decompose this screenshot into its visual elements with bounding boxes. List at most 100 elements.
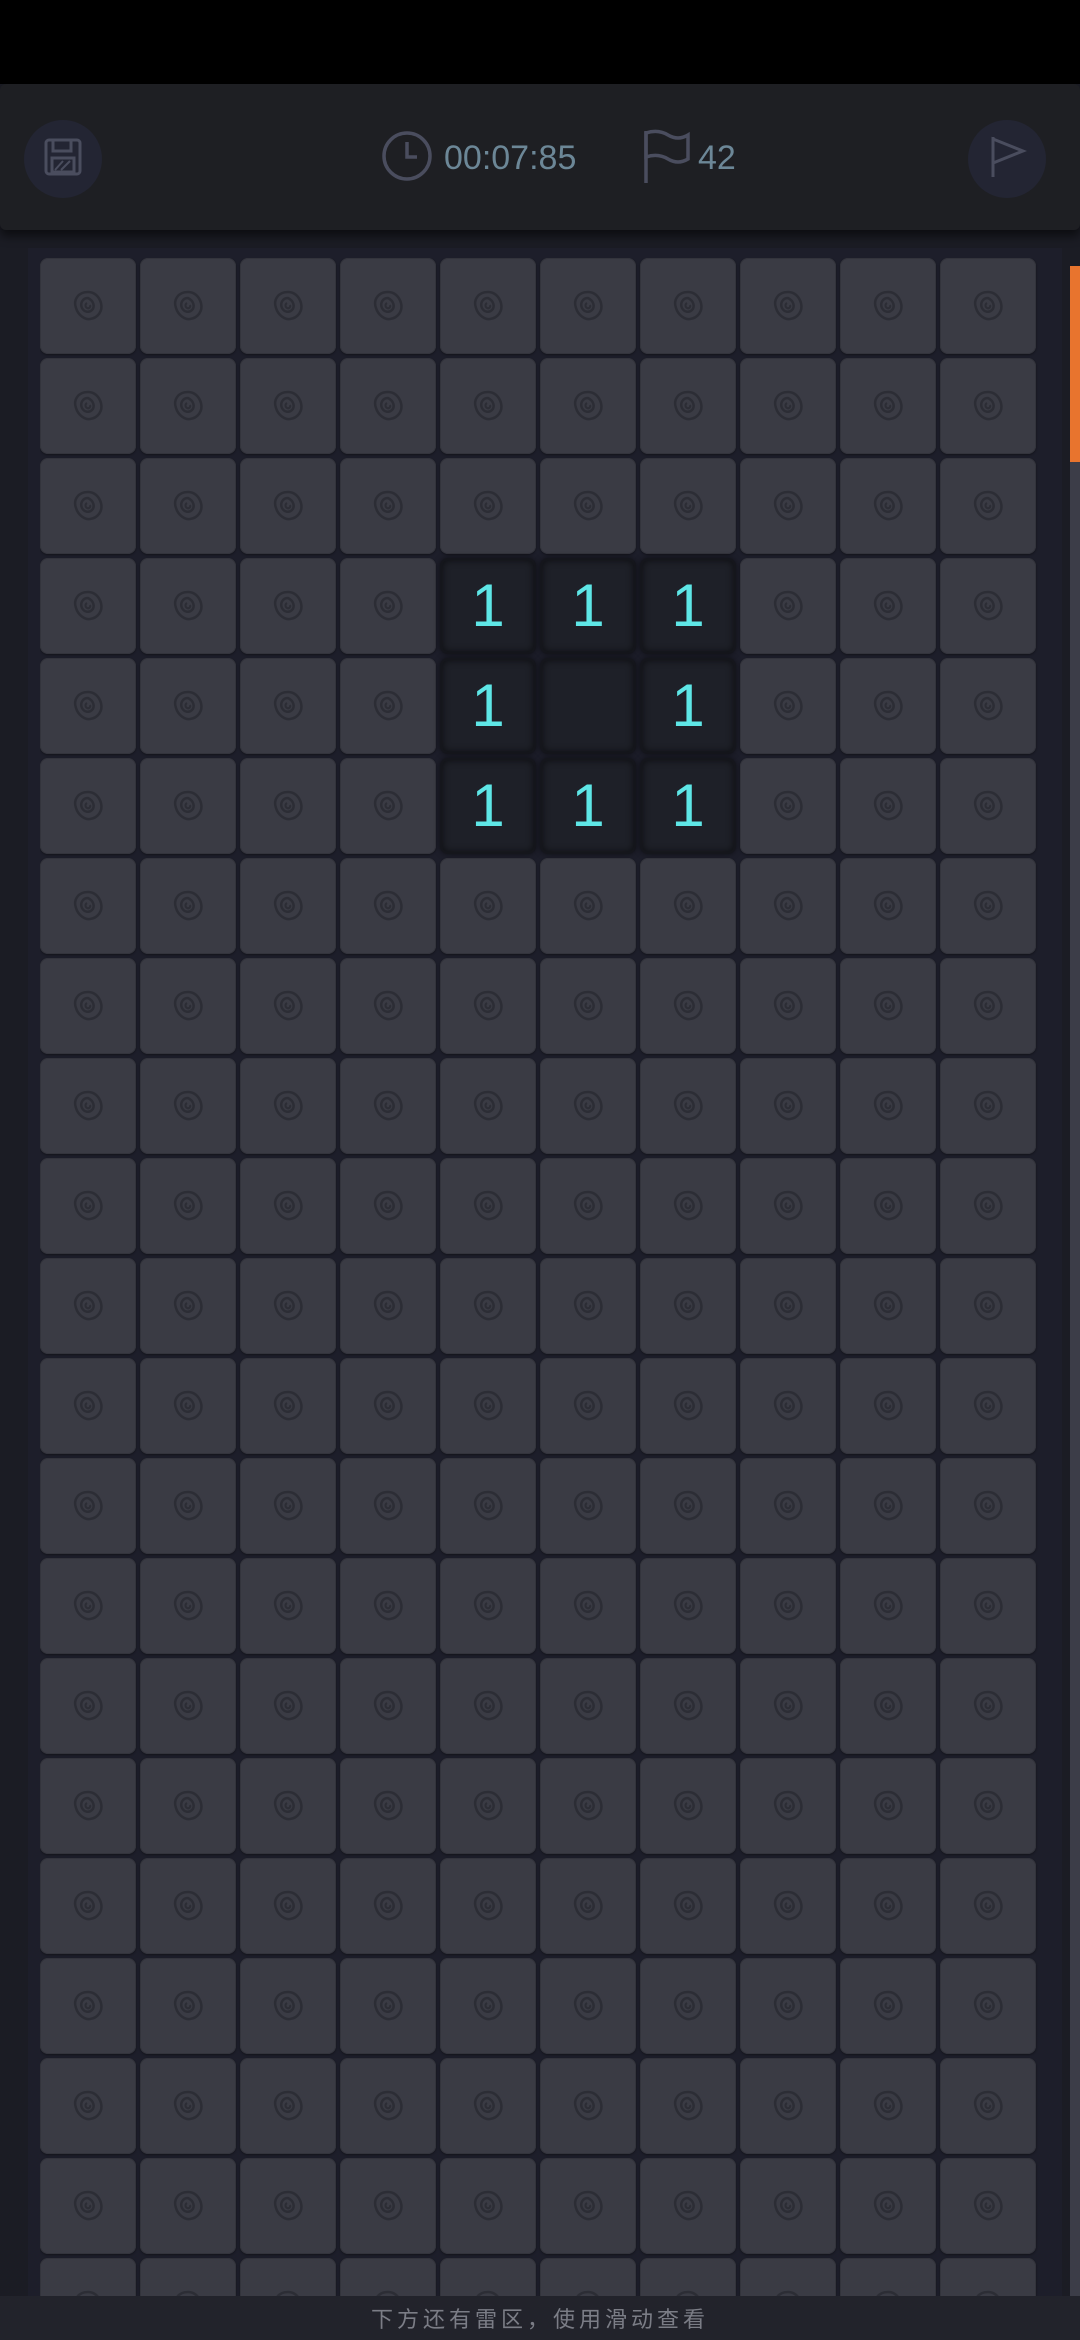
hidden-cell[interactable] bbox=[140, 1958, 236, 2054]
hidden-cell[interactable] bbox=[640, 1858, 736, 1954]
hidden-cell[interactable] bbox=[440, 1658, 536, 1754]
hidden-cell[interactable] bbox=[340, 358, 436, 454]
hidden-cell[interactable] bbox=[440, 958, 536, 1054]
hidden-cell[interactable] bbox=[840, 1458, 936, 1554]
hidden-cell[interactable] bbox=[340, 258, 436, 354]
hidden-cell[interactable] bbox=[840, 1658, 936, 1754]
hidden-cell[interactable] bbox=[140, 1458, 236, 1554]
hidden-cell[interactable] bbox=[240, 258, 336, 354]
hidden-cell[interactable] bbox=[140, 1658, 236, 1754]
hidden-cell[interactable] bbox=[240, 2058, 336, 2154]
hidden-cell[interactable] bbox=[240, 1758, 336, 1854]
hidden-cell[interactable] bbox=[940, 1558, 1036, 1654]
hidden-cell[interactable] bbox=[740, 1158, 836, 1254]
hidden-cell[interactable] bbox=[840, 2058, 936, 2154]
hidden-cell[interactable] bbox=[740, 858, 836, 954]
hidden-cell[interactable] bbox=[440, 1258, 536, 1354]
hidden-cell[interactable] bbox=[140, 558, 236, 654]
hidden-cell[interactable] bbox=[840, 258, 936, 354]
hidden-cell[interactable] bbox=[140, 2158, 236, 2254]
hidden-cell[interactable] bbox=[740, 1558, 836, 1654]
hidden-cell[interactable] bbox=[940, 1458, 1036, 1554]
hidden-cell[interactable] bbox=[840, 1258, 936, 1354]
hidden-cell[interactable] bbox=[40, 2058, 136, 2154]
hidden-cell[interactable] bbox=[840, 1958, 936, 2054]
hidden-cell[interactable] bbox=[40, 1058, 136, 1154]
hidden-cell[interactable] bbox=[840, 458, 936, 554]
hidden-cell[interactable] bbox=[840, 1858, 936, 1954]
hidden-cell[interactable] bbox=[740, 2158, 836, 2254]
hidden-cell[interactable] bbox=[940, 1858, 1036, 1954]
hidden-cell[interactable] bbox=[840, 1358, 936, 1454]
hidden-cell[interactable] bbox=[540, 1458, 636, 1554]
hidden-cell[interactable] bbox=[940, 1058, 1036, 1154]
hidden-cell[interactable] bbox=[40, 458, 136, 554]
hidden-cell[interactable] bbox=[940, 458, 1036, 554]
hidden-cell[interactable] bbox=[640, 1258, 736, 1354]
hidden-cell[interactable] bbox=[140, 1858, 236, 1954]
hidden-cell[interactable] bbox=[840, 858, 936, 954]
hidden-cell[interactable] bbox=[340, 1358, 436, 1454]
hidden-cell[interactable] bbox=[640, 1058, 736, 1154]
hidden-cell[interactable] bbox=[40, 358, 136, 454]
hidden-cell[interactable] bbox=[740, 2058, 836, 2154]
hidden-cell[interactable] bbox=[340, 1658, 436, 1754]
hidden-cell[interactable] bbox=[40, 758, 136, 854]
hidden-cell[interactable] bbox=[940, 958, 1036, 1054]
hidden-cell[interactable] bbox=[840, 758, 936, 854]
hidden-cell[interactable] bbox=[440, 1858, 536, 1954]
hidden-cell[interactable] bbox=[640, 858, 736, 954]
hidden-cell[interactable] bbox=[340, 1158, 436, 1254]
hidden-cell[interactable] bbox=[640, 1958, 736, 2054]
hidden-cell[interactable] bbox=[240, 1958, 336, 2054]
hidden-cell[interactable] bbox=[740, 1258, 836, 1354]
hidden-cell[interactable] bbox=[940, 1358, 1036, 1454]
hidden-cell[interactable] bbox=[40, 1558, 136, 1654]
hidden-cell[interactable] bbox=[640, 258, 736, 354]
hidden-cell[interactable] bbox=[140, 2058, 236, 2154]
flag-mode-button[interactable] bbox=[968, 120, 1046, 198]
revealed-cell[interactable]: 1 bbox=[440, 558, 536, 654]
hidden-cell[interactable] bbox=[340, 1058, 436, 1154]
hidden-cell[interactable] bbox=[340, 1858, 436, 1954]
hidden-cell[interactable] bbox=[840, 1758, 936, 1854]
hidden-cell[interactable] bbox=[940, 558, 1036, 654]
hidden-cell[interactable] bbox=[840, 1558, 936, 1654]
hidden-cell[interactable] bbox=[340, 958, 436, 1054]
revealed-cell[interactable]: 1 bbox=[640, 758, 736, 854]
revealed-cell[interactable]: 1 bbox=[540, 758, 636, 854]
hidden-cell[interactable] bbox=[840, 1158, 936, 1254]
hidden-cell[interactable] bbox=[140, 258, 236, 354]
hidden-cell[interactable] bbox=[340, 1958, 436, 2054]
hidden-cell[interactable] bbox=[940, 1658, 1036, 1754]
hidden-cell[interactable] bbox=[940, 1958, 1036, 2054]
hidden-cell[interactable] bbox=[540, 1058, 636, 1154]
hidden-cell[interactable] bbox=[540, 1258, 636, 1354]
hidden-cell[interactable] bbox=[740, 558, 836, 654]
hidden-cell[interactable] bbox=[740, 1758, 836, 1854]
hidden-cell[interactable] bbox=[240, 1158, 336, 1254]
hidden-cell[interactable] bbox=[540, 458, 636, 554]
hidden-cell[interactable] bbox=[340, 2158, 436, 2254]
hidden-cell[interactable] bbox=[540, 1358, 636, 1454]
hidden-cell[interactable] bbox=[940, 1758, 1036, 1854]
hidden-cell[interactable] bbox=[140, 758, 236, 854]
hidden-cell[interactable] bbox=[740, 658, 836, 754]
hidden-cell[interactable] bbox=[140, 1158, 236, 1254]
hidden-cell[interactable] bbox=[540, 1658, 636, 1754]
hidden-cell[interactable] bbox=[40, 1758, 136, 1854]
hidden-cell[interactable] bbox=[940, 1258, 1036, 1354]
hidden-cell[interactable] bbox=[140, 1558, 236, 1654]
hidden-cell[interactable] bbox=[240, 658, 336, 754]
hidden-cell[interactable] bbox=[640, 1158, 736, 1254]
hidden-cell[interactable] bbox=[940, 1158, 1036, 1254]
revealed-cell[interactable]: 1 bbox=[440, 658, 536, 754]
hidden-cell[interactable] bbox=[440, 2158, 536, 2254]
hidden-cell[interactable] bbox=[640, 1758, 736, 1854]
hidden-cell[interactable] bbox=[40, 258, 136, 354]
hidden-cell[interactable] bbox=[640, 958, 736, 1054]
save-button[interactable] bbox=[24, 120, 102, 198]
hidden-cell[interactable] bbox=[40, 558, 136, 654]
hidden-cell[interactable] bbox=[240, 758, 336, 854]
hidden-cell[interactable] bbox=[940, 2058, 1036, 2154]
